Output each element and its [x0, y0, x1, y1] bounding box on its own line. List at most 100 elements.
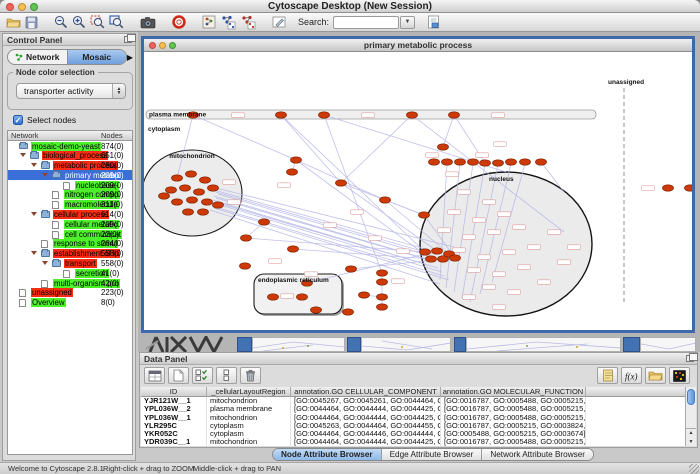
table-cell[interactable]: mitochondrion [207, 438, 291, 446]
network-node[interactable] [520, 159, 531, 165]
network-node[interactable] [429, 159, 440, 165]
select-attributes-button[interactable] [192, 367, 213, 384]
network-edge[interactable] [341, 115, 412, 183]
formula-button[interactable]: f(x) [621, 367, 642, 384]
background-window-fragment[interactable] [347, 337, 361, 352]
network-node[interactable] [319, 112, 330, 118]
new-attribute-button[interactable] [168, 367, 189, 384]
tree-row[interactable]: nitrogen compo209(0) [8, 190, 132, 200]
delete-attribute-button[interactable] [240, 367, 261, 384]
table-cell[interactable]: [GO:0016787, GO:0005488, GO:0005215, G..… [441, 397, 586, 405]
network-edge[interactable] [443, 115, 454, 147]
unselect-attributes-button[interactable] [216, 367, 237, 384]
apply-layout-red-button[interactable] [240, 14, 256, 30]
save-session-button[interactable] [25, 14, 38, 30]
network-node[interactable] [268, 294, 279, 300]
network-node[interactable] [241, 235, 252, 241]
network-node[interactable] [297, 294, 308, 300]
network-node[interactable] [200, 177, 211, 183]
network-node[interactable] [259, 219, 270, 225]
float-panel-icon[interactable] [686, 355, 694, 362]
table-row[interactable]: YLR295Ccytoplasm[GO:0045263, GO:0044464,… [141, 422, 686, 430]
network-node[interactable] [407, 112, 418, 118]
table-column-header[interactable]: annotation.GO MOLECULAR_FUNCTION [441, 387, 586, 397]
network-node[interactable] [187, 197, 198, 203]
table-cell[interactable]: [GO:0016787, GO:0005488, GO:0005215, G..… [441, 405, 586, 413]
network-node[interactable] [450, 255, 461, 261]
background-window-fragment[interactable] [361, 337, 451, 352]
tab-overflow-arrow[interactable]: ▶ [127, 53, 133, 62]
table-cell[interactable]: YPL036W__2 [141, 405, 207, 413]
table-column-header[interactable]: ID [141, 387, 207, 397]
network-node[interactable] [291, 157, 302, 163]
network-node[interactable] [493, 160, 504, 166]
network-node[interactable] [536, 159, 547, 165]
float-panel-icon[interactable] [124, 36, 132, 43]
network-window-titlebar[interactable]: primary metabolic process [144, 39, 692, 52]
node-color-dropdown[interactable]: transporter activity ▲▼ [16, 83, 126, 99]
network-node[interactable] [202, 199, 213, 205]
table-cell[interactable]: [GO:0016787, GO:0005488, GO:0005215, G..… [441, 414, 586, 422]
network-node[interactable] [377, 279, 388, 285]
table-cell[interactable]: [GO:0044464, GO:0044444, GO:0044425, G..… [291, 414, 441, 422]
compartment-nucleus[interactable] [420, 172, 592, 316]
network-node[interactable] [419, 212, 430, 218]
network-edge[interactable] [385, 200, 424, 215]
table-row[interactable]: YKR052Ccytoplasm[GO:0044464, GO:0044446,… [141, 430, 686, 438]
compartment-mitochondrion[interactable] [144, 150, 242, 236]
network-node[interactable] [480, 160, 491, 166]
network-node[interactable] [663, 185, 674, 191]
table-cell[interactable]: [GO:0044464, GO:0044446, GO:0044444, G..… [291, 430, 441, 438]
tab-network[interactable]: Network [8, 50, 67, 64]
snapshot-button[interactable] [140, 14, 156, 30]
browser-tab-edge[interactable]: Edge Attribute Browser [382, 449, 483, 460]
background-window-fragment[interactable] [252, 337, 345, 352]
expand-arrow-icon[interactable] [31, 251, 37, 255]
tree-row[interactable]: Overview8(0) [8, 298, 132, 308]
network-node[interactable] [438, 256, 449, 262]
network-node[interactable] [432, 248, 443, 254]
zoom-in-button[interactable] [72, 14, 86, 30]
table-cell[interactable]: cytoplasm [207, 422, 291, 430]
network-canvas[interactable]: plasma membranecytoplasmmitochondrionnuc… [144, 52, 692, 329]
network-node[interactable] [166, 187, 177, 193]
tree-row[interactable]: transport558(0) [8, 259, 132, 269]
network-node[interactable] [377, 304, 388, 310]
table-cell[interactable]: [GO:0044464, GO:0044444, GO:0044425, G..… [291, 438, 441, 446]
tab-mosaic[interactable]: Mosaic [67, 50, 127, 64]
tree-row[interactable]: unassigned223(0) [8, 288, 132, 298]
network-node[interactable] [377, 294, 388, 300]
background-window-fragment[interactable] [454, 337, 466, 352]
tree-row[interactable]: secretion41(0) [8, 268, 132, 278]
network-node[interactable] [288, 246, 299, 252]
open-file-button[interactable] [6, 14, 21, 30]
table-row[interactable]: YDR039C__1mitochondrion[GO:0044464, GO:0… [141, 438, 686, 446]
table-cell[interactable]: [GO:0005488, GO:0005215, GO:0003674] [441, 430, 586, 438]
annotation-button[interactable] [272, 14, 286, 30]
table-cell[interactable]: mitochondrion [207, 397, 291, 405]
table-cell[interactable]: cytoplasm [207, 430, 291, 438]
background-window-fragment[interactable] [466, 337, 621, 352]
tree-row[interactable]: multi-organism pro42(0) [8, 278, 132, 288]
table-cell[interactable]: [GO:0045263, GO:0044464, GO:0044455, G..… [291, 422, 441, 430]
network-node[interactable] [336, 180, 347, 186]
tree-row[interactable]: macromolecule311(0) [8, 200, 132, 210]
table-column-header[interactable]: annotation.GO CELLULAR_COMPONENT [291, 387, 441, 397]
tree-row[interactable]: mosaic-demo-yeast874(0) [8, 141, 132, 151]
network-node[interactable] [276, 112, 287, 118]
expand-arrow-icon[interactable] [42, 261, 48, 265]
table-row[interactable]: YPL036W__2plasma membrane[GO:0044464, GO… [141, 405, 686, 413]
network-edge[interactable] [214, 208, 449, 280]
network-node[interactable] [159, 193, 170, 199]
network-node[interactable] [442, 159, 453, 165]
import-attributes-button[interactable] [645, 367, 666, 384]
network-node[interactable] [468, 159, 479, 165]
network-node[interactable] [426, 256, 437, 262]
zoom-selected-button[interactable] [90, 14, 105, 30]
network-node[interactable] [172, 199, 183, 205]
background-window-fragment[interactable] [623, 337, 640, 352]
tree-row[interactable]: cell communicat22(0) [8, 229, 132, 239]
zoom-out-button[interactable] [54, 14, 68, 30]
background-window-fragment[interactable] [640, 337, 696, 352]
network-node[interactable] [343, 309, 354, 315]
